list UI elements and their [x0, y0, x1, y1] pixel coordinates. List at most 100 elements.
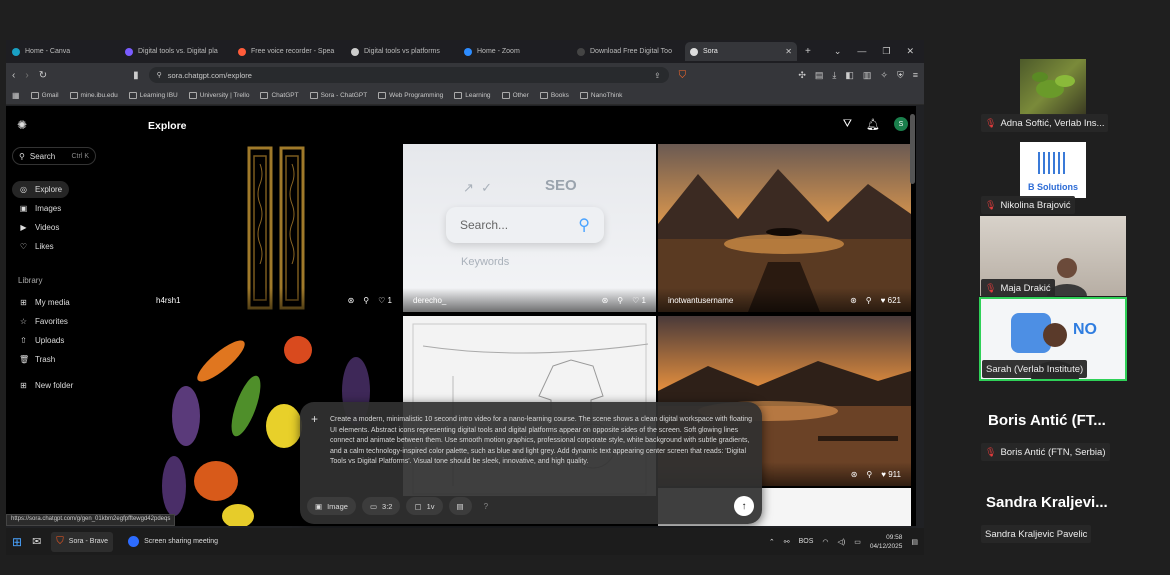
- explore-tile-3[interactable]: inotwantusername ⊛ ⚲ ♥ 621: [658, 144, 911, 312]
- battery-icon[interactable]: ▭: [854, 538, 861, 546]
- sidebar-item-uploads[interactable]: ⇧ Uploads: [12, 332, 71, 349]
- menu-icon[interactable]: ≡: [913, 70, 918, 81]
- remix-icon[interactable]: ⊛: [602, 296, 609, 305]
- brave-shield-icon[interactable]: ⛉: [679, 70, 687, 81]
- language-indicator[interactable]: BOS: [799, 538, 814, 545]
- sidebar-item-videos[interactable]: ▶ Videos: [12, 219, 66, 236]
- avatar[interactable]: S: [894, 117, 908, 131]
- new-folder-button[interactable]: ⊞ New folder: [12, 377, 80, 394]
- windows-start-icon[interactable]: ⊞: [12, 535, 22, 549]
- bookmark-9[interactable]: Books: [539, 92, 569, 99]
- mode-select[interactable]: ▣ Image: [307, 497, 356, 515]
- remix-icon[interactable]: ⊛: [850, 296, 857, 305]
- sidebar-item-favorites[interactable]: ☆ Favorites: [12, 313, 75, 330]
- add-attachment-icon[interactable]: +: [311, 412, 318, 426]
- minimize-icon[interactable]: —: [857, 46, 866, 57]
- filter-icon[interactable]: ⛛: [843, 118, 852, 131]
- media-icon[interactable]: ▥: [863, 70, 872, 81]
- variations-select[interactable]: ▢ 1v: [406, 497, 443, 515]
- browser-tab-0[interactable]: Home - Canva: [7, 42, 119, 61]
- taskbar-app-zoom[interactable]: Screen sharing meeting: [123, 532, 223, 552]
- share-icon[interactable]: ⇪: [654, 71, 660, 80]
- like-button[interactable]: ♥ 621: [881, 296, 901, 305]
- tile-username[interactable]: derecho_: [413, 296, 446, 305]
- extensions-icon[interactable]: ✣: [798, 70, 806, 81]
- like-button[interactable]: ♡ 1: [378, 296, 392, 305]
- sidebar-item-trash[interactable]: 🗑 Trash: [12, 351, 62, 368]
- back-icon[interactable]: ‹: [12, 70, 15, 81]
- bookmark-0[interactable]: Gmail: [30, 92, 59, 99]
- browser-tab-2[interactable]: Free voice recorder - Spea: [233, 42, 345, 61]
- clock[interactable]: 09:58 04/12/2025: [870, 533, 903, 551]
- browser-tab-5[interactable]: Download Free Digital Too: [572, 42, 684, 61]
- zoom-icon[interactable]: ⚲: [363, 296, 369, 305]
- explore-tile-1[interactable]: h4rsh1 ⊛ ⚲ ♡ 1: [146, 144, 402, 312]
- participant-name-3: 🎙︎ Maja Drakić: [981, 279, 1055, 297]
- apps-grid-icon[interactable]: ▦: [12, 91, 20, 100]
- url-field[interactable]: ⚲ sora.chatgpt.com/explore ⇪: [148, 67, 669, 83]
- bookmark-10[interactable]: NanoThink: [579, 92, 622, 99]
- like-button[interactable]: ♥ 911: [881, 470, 901, 479]
- bookmark-folder-icon: [30, 92, 39, 99]
- search-button[interactable]: ⚲ Search Ctrl K: [12, 147, 96, 165]
- wallet-icon[interactable]: ▤: [815, 70, 824, 81]
- mail-icon[interactable]: ✉: [32, 535, 41, 548]
- bookmark-8[interactable]: Other: [501, 92, 529, 99]
- mountain-lake-image: [658, 144, 911, 312]
- new-tab-icon[interactable]: +: [805, 46, 811, 57]
- close-window-icon[interactable]: ✕: [906, 46, 914, 57]
- notifications-icon[interactable]: 🔔︎: [866, 118, 880, 131]
- participant-label: Sarah (Verlab Institute): [986, 363, 1084, 375]
- sidebar-icon[interactable]: ◧: [845, 70, 854, 81]
- bookmark-1[interactable]: mine.ibu.edu: [69, 92, 118, 99]
- remix-icon[interactable]: ⊛: [851, 470, 858, 479]
- zoom-icon[interactable]: ⚲: [866, 296, 872, 305]
- forward-icon[interactable]: ›: [25, 70, 28, 81]
- participant-tile-2[interactable]: B Solutions: [1020, 142, 1086, 198]
- preset-button[interactable]: ▤: [448, 497, 472, 515]
- scrollbar[interactable]: [910, 114, 915, 184]
- send-button[interactable]: ↑: [734, 496, 754, 516]
- browser-tab-3[interactable]: Digital tools vs platforms: [346, 42, 458, 61]
- tray-chevron-icon[interactable]: ⌃: [769, 538, 775, 546]
- aspect-ratio-select[interactable]: ▭ 3:2: [361, 497, 401, 515]
- like-button[interactable]: ♡ 1: [632, 296, 646, 305]
- browser-tab-4[interactable]: Home - Zoom: [459, 42, 571, 61]
- sidebar-item-explore[interactable]: ◎ Explore: [12, 181, 70, 198]
- bookmark-2[interactable]: Learning IBU: [128, 92, 178, 99]
- like-count: 621: [887, 295, 901, 305]
- close-tab-icon[interactable]: ✕: [785, 47, 792, 56]
- download-icon[interactable]: ⤓: [832, 70, 836, 81]
- zoom-icon[interactable]: ⚲: [617, 296, 623, 305]
- chevron-down-icon[interactable]: ⌄: [834, 46, 842, 57]
- reload-icon[interactable]: ↻: [39, 70, 47, 81]
- ai-icon[interactable]: ✧: [880, 70, 888, 81]
- network-share-icon[interactable]: ⚯: [784, 538, 790, 546]
- zoom-icon[interactable]: ⚲: [866, 470, 872, 479]
- bookmark-3[interactable]: University | Trello: [188, 92, 249, 99]
- tile-username[interactable]: h4rsh1: [156, 296, 180, 305]
- tile-username[interactable]: inotwantusername: [668, 296, 733, 305]
- sidebar-item-my-media[interactable]: ⊞ My media: [12, 294, 77, 311]
- explore-tile-2[interactable]: SEO ↗ ✓ Search... ⚲ Keywords derecho_ ⊛ …: [403, 144, 656, 312]
- bookmark-icon[interactable]: ▮: [133, 70, 139, 81]
- help-icon[interactable]: ?: [484, 502, 488, 511]
- browser-tab-1[interactable]: Digital tools vs. Digital pla: [120, 42, 232, 61]
- wifi-icon[interactable]: ◠: [822, 538, 828, 546]
- prompt-input[interactable]: Create a modern, minimalistic 10 second …: [330, 415, 754, 468]
- browser-tab-6[interactable]: Sora ✕: [685, 42, 797, 61]
- bookmark-7[interactable]: Learning: [454, 92, 491, 99]
- bookmark-5[interactable]: Sora - ChatGPT: [309, 92, 367, 99]
- remix-icon[interactable]: ⊛: [348, 296, 355, 305]
- vpn-icon[interactable]: ⛨: [897, 70, 904, 81]
- sidebar-item-images[interactable]: ▣ Images: [12, 200, 68, 217]
- sidebar-item-likes[interactable]: ♡ Likes: [12, 238, 61, 255]
- bookmark-6[interactable]: Web Programming: [378, 92, 443, 99]
- participant-tile-1[interactable]: [1020, 59, 1086, 115]
- notification-center-icon[interactable]: ▤: [911, 538, 918, 546]
- volume-icon[interactable]: ◁): [837, 538, 845, 546]
- openai-logo-icon[interactable]: ✺: [17, 118, 27, 132]
- maximize-icon[interactable]: ❐: [882, 46, 890, 57]
- taskbar-app-brave[interactable]: ⛉ Sora - Brave: [51, 531, 114, 552]
- bookmark-4[interactable]: ChatGPT: [260, 92, 299, 99]
